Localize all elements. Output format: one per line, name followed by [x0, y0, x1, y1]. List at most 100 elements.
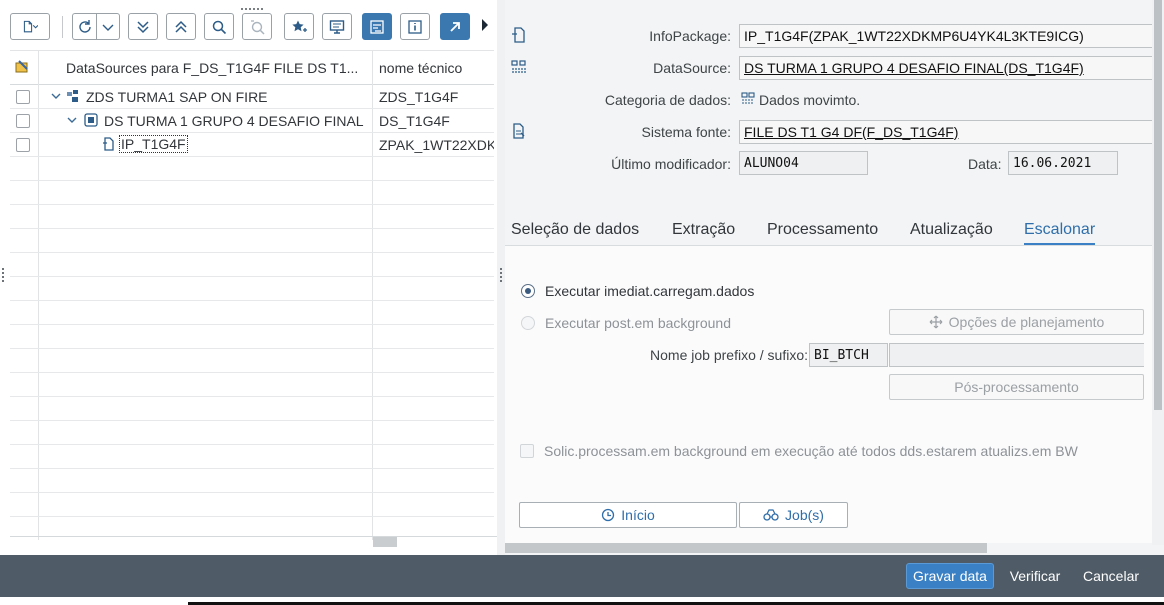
list-tree-icon — [370, 19, 384, 34]
toolbar-grip[interactable] — [241, 8, 263, 11]
refresh-dropdown-button[interactable] — [96, 13, 120, 40]
infopackage-label: InfoPackage: — [649, 28, 731, 44]
tree-row-label: DS TURMA 1 GRUPO 4 DESAFIO FINAL — [104, 113, 364, 129]
date-label: Data: — [968, 156, 1002, 172]
datasource-icon[interactable] — [511, 59, 527, 75]
info-button[interactable] — [400, 13, 430, 40]
datasource-link[interactable]: DS TURMA 1 GRUPO 4 DESAFIO FINAL(DS_T1G4… — [739, 56, 1156, 80]
empty-row — [10, 493, 494, 517]
star-icon — [292, 20, 307, 32]
data-category-value: Dados movimto. — [759, 92, 861, 108]
radio-execute-immediately[interactable] — [521, 284, 535, 298]
tree-row-tech-name: DS_T1G4F — [379, 113, 450, 129]
infopackage-icon — [103, 137, 114, 151]
tree-row[interactable]: ZDS TURMA1 SAP ON FIRE ZDS_T1G4F — [10, 85, 494, 109]
jobs-button[interactable]: Job(s) — [739, 502, 848, 528]
filter-icon[interactable] — [14, 59, 30, 75]
tree-view-toggle-button[interactable] — [362, 13, 392, 40]
last-modifier-label: Último modificador: — [611, 156, 731, 172]
tree-row-label: ZDS TURMA1 SAP ON FIRE — [86, 89, 268, 105]
radio-execute-immediately-label[interactable]: Executar imediat.carregam.dados — [545, 283, 754, 299]
display-button[interactable] — [322, 13, 352, 40]
date-field: 16.06.2021 — [1008, 151, 1118, 175]
cancel-button[interactable]: Cancelar — [1078, 563, 1144, 589]
radio-execute-background[interactable] — [521, 316, 535, 330]
infopackage-icon[interactable] — [511, 27, 527, 43]
tab-update[interactable]: Atualização — [910, 221, 993, 239]
tab-processing[interactable]: Processamento — [767, 221, 878, 239]
empty-row — [10, 229, 494, 253]
pane-splitter[interactable] — [497, 0, 505, 555]
navigate-button[interactable] — [440, 13, 470, 40]
search-icon — [212, 20, 227, 34]
tree-toolbar — [10, 12, 498, 42]
tree-row-selected[interactable]: IP_T1G4F ZPAK_1WT22XDK — [10, 133, 494, 157]
tree-horizontal-scrollbar[interactable] — [373, 537, 397, 547]
tab-data-selection[interactable]: Seleção de dados — [511, 221, 639, 239]
background-processing-label[interactable]: Solic.processam.em background em execuçã… — [544, 443, 1078, 459]
empty-row — [10, 157, 494, 181]
expand-all-button[interactable] — [128, 13, 158, 40]
save-button[interactable]: Gravar data — [906, 563, 994, 589]
job-suffix-field[interactable] — [889, 343, 1144, 367]
empty-row — [10, 253, 494, 277]
tree-row-tech-name: ZPAK_1WT22XDK — [379, 137, 494, 153]
empty-row — [10, 181, 494, 205]
datasource-tree-pane: DataSources para F_DS_T1G4F FILE DS T1..… — [0, 0, 500, 555]
arrow-up-right-icon — [450, 21, 460, 32]
empty-row — [10, 325, 494, 349]
tree-header-description[interactable]: DataSources para F_DS_T1G4F FILE DS T1..… — [66, 60, 358, 76]
detail-horizontal-scrollbar[interactable] — [505, 543, 987, 553]
tree-row[interactable]: DS TURMA 1 GRUPO 4 DESAFIO FINAL DS_T1G4… — [10, 109, 494, 133]
application-component-icon — [67, 90, 78, 102]
clock-icon — [602, 508, 615, 522]
background-processing-checkbox[interactable] — [520, 444, 534, 458]
document-icon — [23, 20, 38, 32]
job-prefix-field: BI_BTCH — [809, 343, 888, 367]
new-document-dropdown-button[interactable] — [10, 13, 50, 40]
post-processing-label: Pós-processamento — [954, 379, 1079, 395]
source-system-icon[interactable] — [511, 123, 527, 139]
refresh-button[interactable] — [72, 13, 96, 40]
source-system-link[interactable]: FILE DS T1 G4 DF(F_DS_T1G4F) — [739, 120, 1156, 144]
row-select-checkbox[interactable] — [16, 138, 30, 152]
toolbar-overflow-arrow-icon[interactable] — [482, 19, 488, 31]
datasource-label: DataSource: — [653, 60, 731, 76]
datasource-icon — [84, 113, 98, 127]
binoculars-icon — [763, 509, 779, 521]
start-button-label: Início — [621, 507, 655, 523]
empty-row — [10, 469, 494, 493]
search-button[interactable] — [204, 13, 234, 40]
start-button[interactable]: Início — [519, 502, 737, 528]
tab-bar: Seleção de dados Extração Processamento … — [505, 212, 1156, 246]
chevron-down-icon — [102, 24, 114, 31]
planning-options-button[interactable]: Opções de planejamento — [889, 309, 1144, 335]
tree-header-technical-name[interactable]: nome técnico — [379, 60, 462, 76]
transaction-data-icon — [741, 92, 755, 104]
post-processing-button[interactable]: Pós-processamento — [889, 374, 1144, 400]
planning-options-label: Opções de planejamento — [948, 314, 1105, 330]
check-button[interactable]: Verificar — [1004, 563, 1066, 589]
monitor-icon — [329, 19, 345, 34]
last-modifier-field: ALUNO04 — [739, 151, 868, 175]
detail-vertical-scrollbar[interactable] — [1154, 0, 1162, 410]
row-select-checkbox[interactable] — [16, 90, 30, 104]
favorites-button[interactable] — [284, 13, 314, 40]
search-next-button[interactable] — [242, 13, 272, 40]
chevron-down-icon[interactable] — [66, 114, 78, 126]
tree-row-label: IP_T1G4F — [119, 135, 188, 153]
left-resize-grip[interactable] — [2, 268, 4, 282]
datasource-tree-table: DataSources para F_DS_T1G4F FILE DS T1..… — [10, 50, 494, 540]
info-icon — [408, 19, 422, 34]
tab-schedule[interactable]: Escalonar — [1024, 221, 1096, 245]
radio-execute-background-label[interactable]: Executar post.em background — [545, 315, 731, 331]
chevron-down-icon[interactable] — [50, 90, 62, 102]
splitter-grip[interactable] — [500, 268, 502, 282]
schedule-tab-content: Executar imediat.carregam.dados Executar… — [505, 246, 1156, 543]
data-category-label: Categoria de dados: — [604, 92, 731, 108]
toolbar-separator — [62, 16, 63, 38]
tab-extraction[interactable]: Extração — [672, 221, 735, 239]
row-select-checkbox[interactable] — [16, 114, 30, 128]
double-chevron-up-icon — [175, 20, 187, 33]
collapse-all-button[interactable] — [166, 13, 196, 40]
